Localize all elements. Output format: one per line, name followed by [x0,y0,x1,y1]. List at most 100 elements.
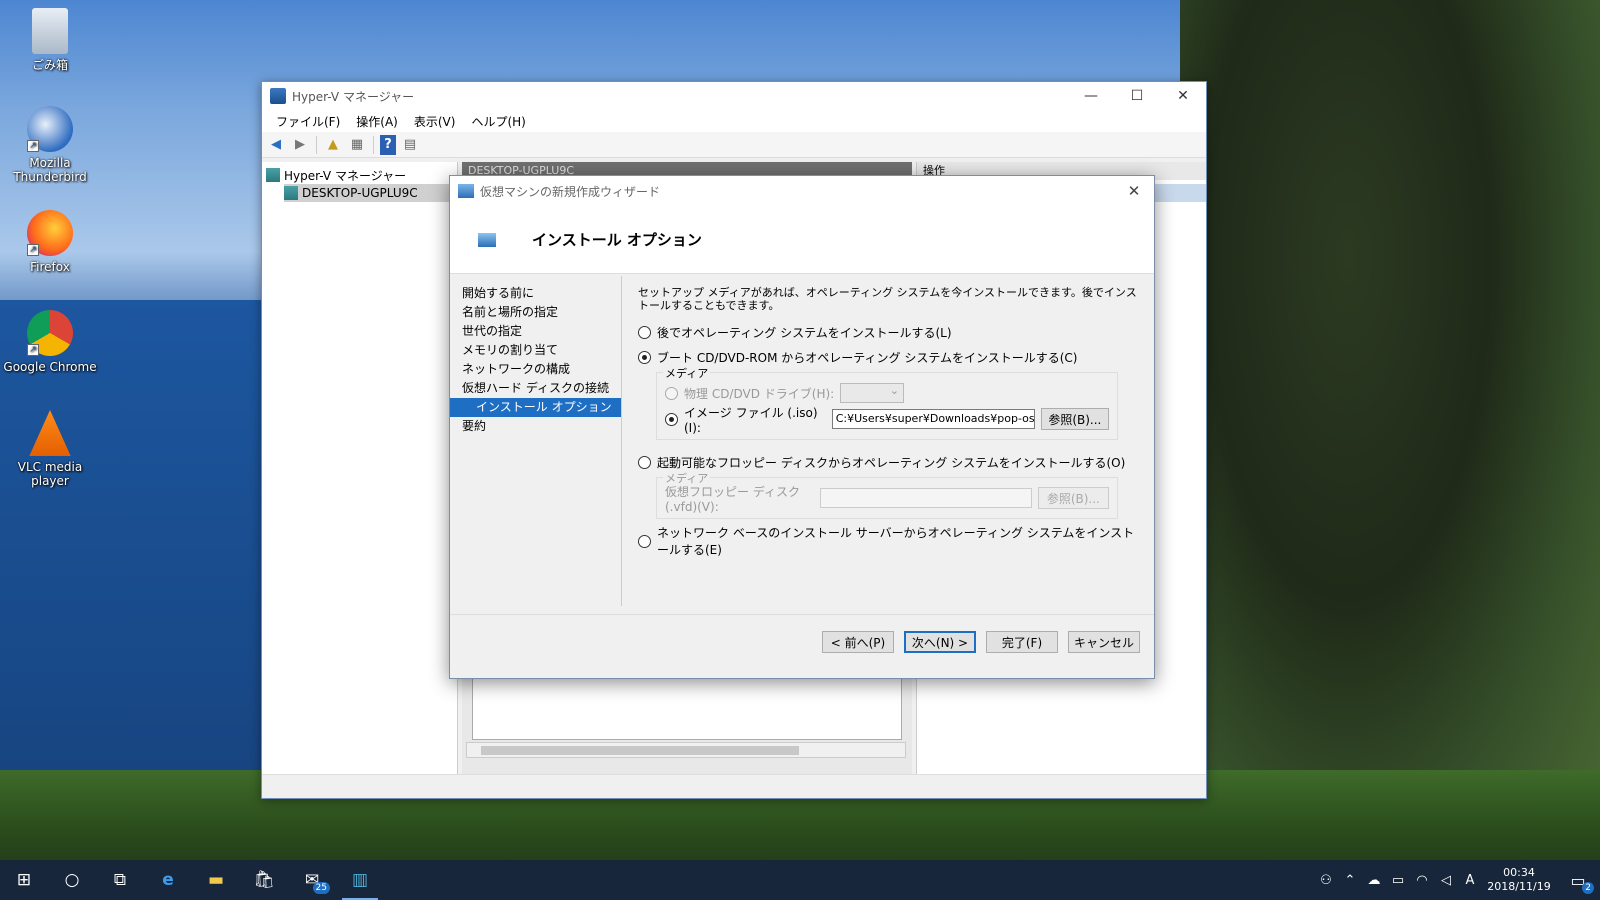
mail-icon[interactable]: ✉ 25 [288,860,336,900]
show-hidden-icons-chevron-icon[interactable]: ⌃ [1338,873,1362,888]
shortcut-arrow-icon: ↗ [27,344,39,356]
menu-file[interactable]: ファイル(F) [268,113,348,130]
menu-view[interactable]: 表示(V) [406,113,464,130]
browse-iso-button[interactable]: 参照(B)... [1040,408,1109,430]
option-label: ネットワーク ベースのインストール サーバーからオペレーティング システムをイン… [657,526,1135,557]
image-file-label: イメージ ファイル (.iso)(I): [684,405,818,435]
radio-install-floppy[interactable] [638,455,651,469]
physical-drive-row: 物理 CD/DVD ドライブ(H): [665,381,1109,405]
hyperv-titlebar[interactable]: Hyper-V マネージャー — ☐ ✕ [262,82,1206,110]
clock[interactable]: 00:34 2018/11/19 [1482,866,1556,894]
radio-physical-drive[interactable] [665,386,678,400]
taskbar: ⊞ ○ ⧉ e ▬ 🛍 ✉ 25 ▥ ⚇ ⌃ ☁ ▭ ◠ ◁ A 00:34 20… [0,860,1600,900]
wizard-header: インストール オプション [450,206,1154,274]
onedrive-icon[interactable]: ☁ [1362,873,1386,888]
radio-install-later[interactable] [638,325,651,339]
minimize-button[interactable]: — [1068,82,1114,110]
action-center-icon[interactable]: ▭ 2 [1556,860,1600,900]
desktop-icon-firefox[interactable]: ↗ Firefox [2,210,98,274]
people-icon[interactable]: ⚇ [1314,873,1338,888]
horizontal-scrollbar[interactable] [466,742,906,758]
clock-time: 00:34 [1503,866,1535,879]
previous-button[interactable]: < 前へ(P) [822,631,894,653]
option-label: ブート CD/DVD-ROM からオペレーティング システムをインストールする(… [657,350,1078,365]
menu-help[interactable]: ヘルプ(H) [463,113,533,130]
desktop-icon-recycle-bin[interactable]: ごみ箱 [2,8,98,72]
hyperv-tree-pane: Hyper-V マネージャー DESKTOP-UGPLU9C [262,162,458,776]
forward-icon[interactable]: ▶ [290,135,310,155]
wifi-icon[interactable]: ◠ [1410,873,1434,888]
toolbar-separator [316,135,317,154]
hyperv-taskbar-icon[interactable]: ▥ [336,860,384,900]
new-vm-wizard-dialog: 仮想マシンの新規作成ウィザード ✕ インストール オプション 開始する前に 名前… [449,175,1155,679]
tree-item-host[interactable]: DESKTOP-UGPLU9C [284,184,453,202]
wizard-step[interactable]: 開始する前に [450,284,621,303]
group-legend: メディア [663,470,711,486]
mail-badge: 25 [312,882,330,894]
volume-icon[interactable]: ◁ [1434,873,1458,888]
battery-icon[interactable]: ▭ [1386,873,1410,888]
menu-action[interactable]: 操作(A) [348,113,406,130]
wizard-step[interactable]: ネットワークの構成 [450,360,621,379]
desktop-icon-chrome[interactable]: ↗ Google Chrome [2,310,98,374]
hyperv-manager-icon [266,168,280,182]
recycle-bin-icon [32,8,68,54]
wizard-step[interactable]: メモリの割り当て [450,341,621,360]
show-hide-action-pane-icon[interactable]: ▤ [400,135,420,155]
monitor-icon [478,232,496,247]
chrome-icon: ↗ [27,310,73,356]
maximize-button[interactable]: ☐ [1114,82,1160,110]
wizard-step[interactable]: 名前と場所の指定 [450,303,621,322]
wizard-title: 仮想マシンの新規作成ウィザード [480,184,661,199]
scrollbar-thumb[interactable] [481,746,799,755]
vfd-row: 仮想フロッピー ディスク (.vfd)(V): 参照(B)... [665,485,1110,514]
wizard-footer: < 前へ(P) 次へ(N) > 完了(F) キャンセル [450,614,1154,680]
radio-install-cd[interactable] [638,350,651,364]
system-tray: ⚇ ⌃ ☁ ▭ ◠ ◁ A 00:34 2018/11/19 ▭ 2 [1314,860,1600,900]
store-icon[interactable]: 🛍 [240,860,288,900]
wizard-step[interactable]: 世代の指定 [450,322,621,341]
help-icon[interactable]: ? [380,134,396,155]
tree-item-label: Hyper-V マネージャー [284,168,407,183]
next-button[interactable]: 次へ(N) > [904,631,976,653]
wizard-step-current[interactable]: インストール オプション [450,398,621,417]
wizard-step[interactable]: 仮想ハード ディスクの接続 [450,379,621,398]
wizard-step[interactable]: 要約 [450,417,621,436]
option-install-later[interactable]: 後でオペレーティング システムをインストールする(L) [638,322,1138,342]
up-folder-icon[interactable]: ▲ [323,135,343,155]
edge-icon[interactable]: e [144,860,192,900]
cancel-button[interactable]: キャンセル [1068,631,1140,653]
physical-drive-select[interactable] [840,383,904,403]
back-icon[interactable]: ◀ [266,135,286,155]
browse-vfd-button[interactable]: 参照(B)... [1037,487,1110,509]
file-explorer-icon[interactable]: ▬ [192,860,240,900]
desktop-icon-label: Google Chrome [3,360,97,374]
desktop-icon-thunderbird[interactable]: ↗ Mozilla Thunderbird [2,106,98,184]
vlc-icon [29,410,71,456]
image-file-input[interactable]: C:¥Users¥super¥Downloads¥pop-os_18.10 [831,409,1035,429]
clock-date: 2018/11/19 [1487,880,1551,893]
option-install-cd[interactable]: ブート CD/DVD-ROM からオペレーティング システムをインストールする(… [638,347,1138,367]
wizard-step-list: 開始する前に 名前と場所の指定 世代の指定 メモリの割り当て ネットワークの構成… [450,276,622,606]
search-icon[interactable]: ○ [48,860,96,900]
ime-indicator[interactable]: A [1458,873,1482,888]
vfd-input[interactable] [819,488,1032,508]
cd-media-group: メディア 物理 CD/DVD ドライブ(H): イメージ ファイル (.iso)… [656,365,1118,440]
vfd-label: 仮想フロッピー ディスク (.vfd)(V): [665,484,800,514]
desktop-icon-vlc[interactable]: VLC media player [2,410,98,488]
start-button[interactable]: ⊞ [0,860,48,900]
close-button[interactable]: ✕ [1160,82,1206,110]
option-install-network[interactable]: ネットワーク ベースのインストール サーバーからオペレーティング システムをイン… [638,526,1138,557]
task-view-icon[interactable]: ⧉ [96,860,144,900]
finish-button[interactable]: 完了(F) [986,631,1058,653]
status-bar [262,774,1206,798]
wizard-close-button[interactable]: ✕ [1114,182,1154,200]
option-install-floppy[interactable]: 起動可能なフロッピー ディスクからオペレーティング システムをインストールする(… [638,452,1138,472]
toolbar-separator [373,135,374,154]
radio-image-file[interactable] [665,412,678,426]
radio-install-network[interactable] [638,534,651,548]
show-hide-tree-icon[interactable]: ▦ [347,135,367,155]
tree-item-root[interactable]: Hyper-V マネージャー [266,166,453,184]
hyperv-app-icon [270,88,286,104]
wizard-titlebar[interactable]: 仮想マシンの新規作成ウィザード ✕ [450,176,1154,206]
